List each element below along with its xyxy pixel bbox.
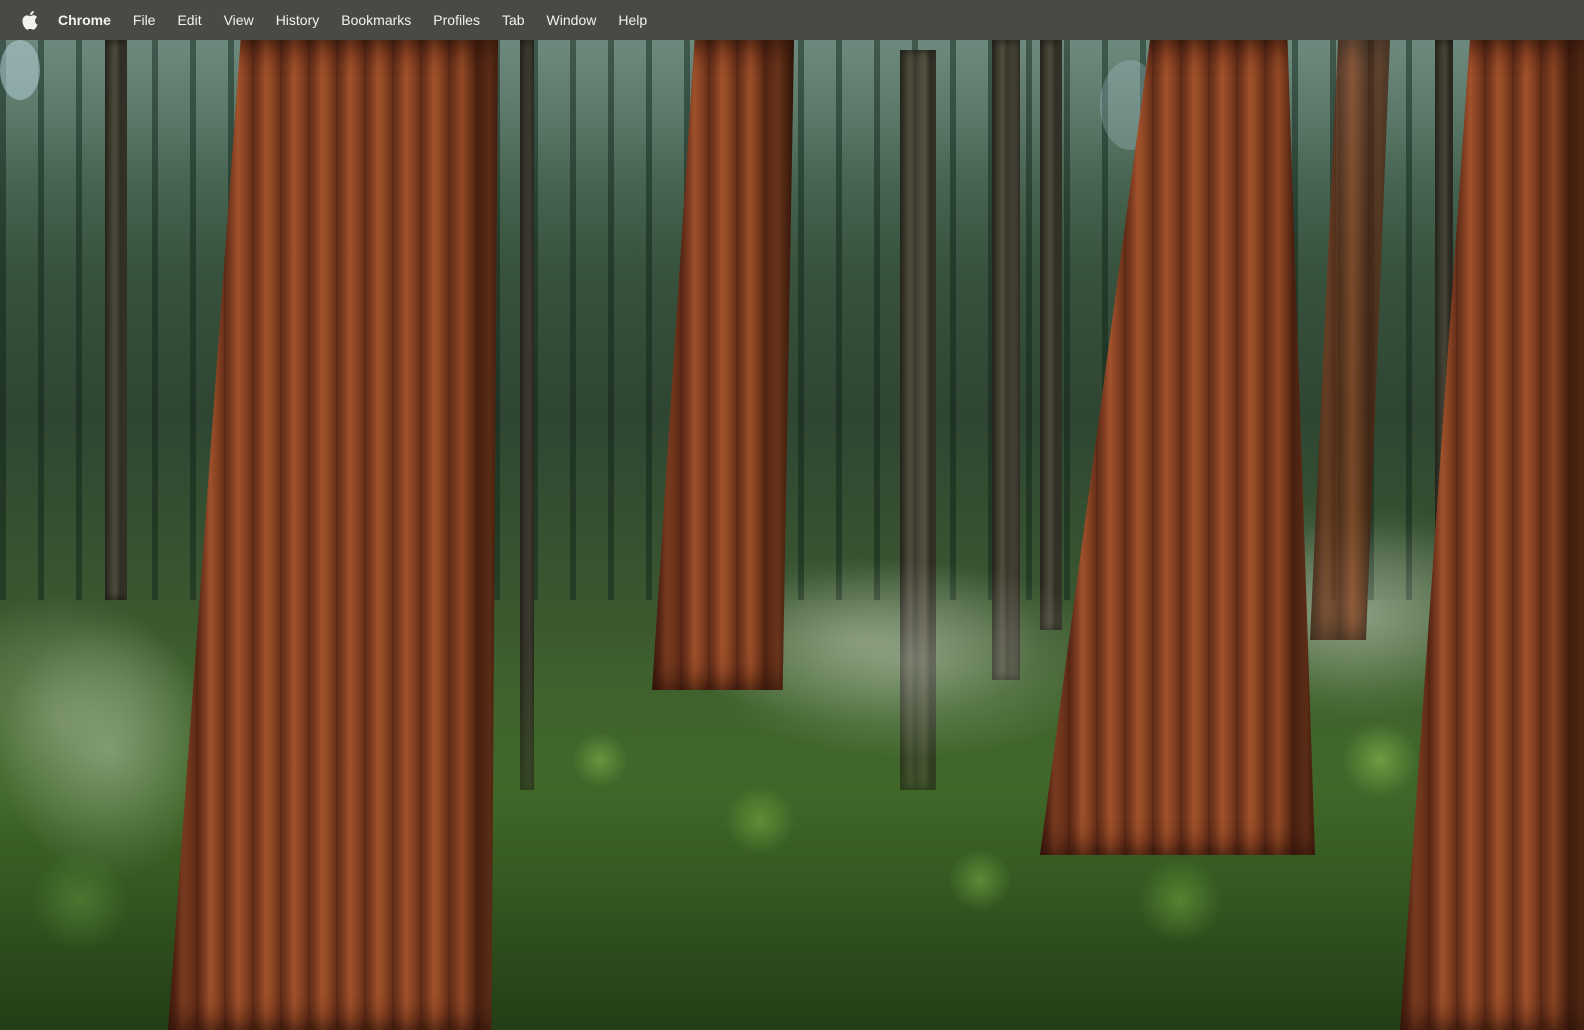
menu-edit[interactable]: Edit [166,0,212,40]
wallpaper-sky [0,40,40,100]
menu-bar: Chrome File Edit View History Bookmarks … [0,0,1584,40]
menu-app-name[interactable]: Chrome [58,0,122,40]
wallpaper-tree [105,40,127,600]
desktop: Chrome File Edit View History Bookmarks … [0,0,1584,1030]
menu-window[interactable]: Window [536,0,608,40]
apple-logo-icon[interactable] [20,10,38,30]
menu-view[interactable]: View [213,0,265,40]
wallpaper-tree [1040,40,1062,630]
menu-tab[interactable]: Tab [491,0,536,40]
menu-help[interactable]: Help [607,0,658,40]
menu-profiles[interactable]: Profiles [422,0,491,40]
menu-history[interactable]: History [265,0,331,40]
menu-file[interactable]: File [122,0,167,40]
menu-bookmarks[interactable]: Bookmarks [330,0,422,40]
desktop-wallpaper [0,0,1584,1030]
